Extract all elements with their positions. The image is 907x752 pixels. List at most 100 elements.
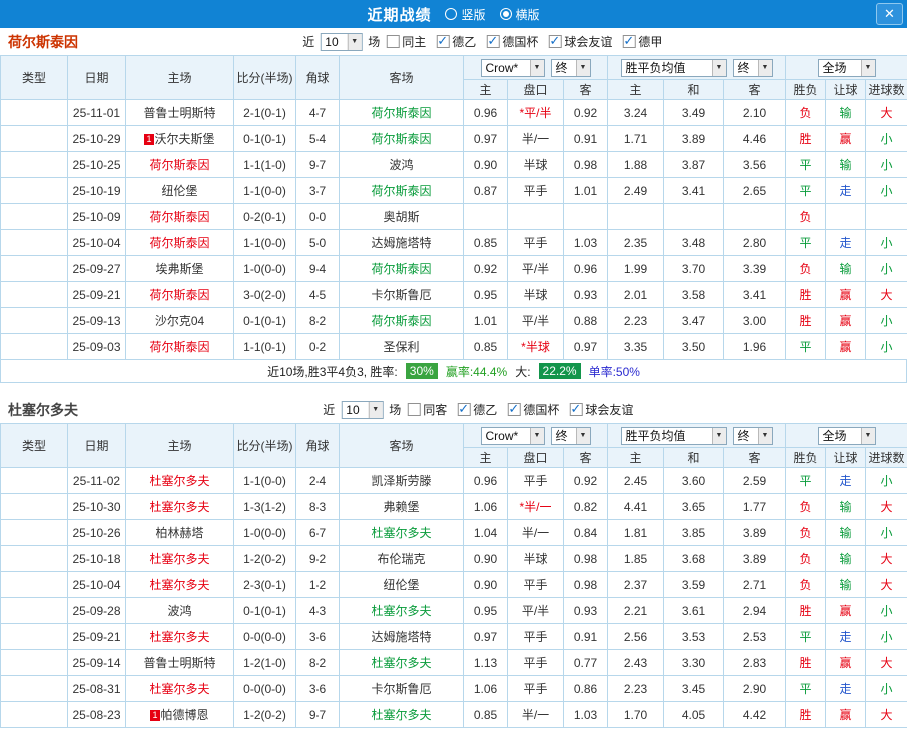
- filter-checkbox[interactable]: 德乙: [457, 401, 497, 418]
- handicap-line: 平手: [507, 177, 564, 204]
- filter-checkbox[interactable]: 球会友谊: [569, 401, 633, 418]
- home-odds: 0.90: [463, 151, 508, 178]
- scope-select[interactable]: 全场 ▼: [817, 58, 876, 77]
- handicap-line: 平手: [507, 229, 564, 256]
- col-avg-draw: 和: [663, 447, 724, 468]
- corners: 9-7: [295, 701, 340, 728]
- match-count-select[interactable]: 10 ▼: [320, 32, 363, 51]
- goals-result: 小: [864, 255, 907, 282]
- away-team: 波鸿: [339, 151, 464, 178]
- holstein-results-table: 类型 日期 主场 比分(半场) 角球 客场 Crow* ▼ 终 ▼ 胜平负均值 …: [0, 55, 907, 360]
- result: 胜: [785, 281, 826, 308]
- avg-stage-select[interactable]: 终 ▼: [732, 58, 773, 77]
- away-odds: 0.82: [563, 493, 608, 520]
- summary-bar: 近10场,胜3平4负3, 胜率: 30% 赢率:44.4% 大: 22.2% 单…: [0, 360, 907, 383]
- avg-away-odds: 2.53: [723, 623, 786, 650]
- titlebar: 近期战绩 竖版 横版 ✕: [0, 0, 907, 28]
- avg-stage-select[interactable]: 终 ▼: [732, 426, 773, 445]
- bookmaker-select[interactable]: Crow* ▼: [480, 426, 545, 445]
- avg-home-odds: 2.23: [607, 675, 664, 702]
- filter-checkbox[interactable]: 德乙: [436, 33, 476, 50]
- checkbox-label: 同主: [402, 35, 427, 49]
- avg-odds-select[interactable]: 胜平负均值 ▼: [620, 58, 727, 77]
- match-count-select[interactable]: 10 ▼: [341, 400, 384, 419]
- home-odds: 0.95: [463, 281, 508, 308]
- match-date: 25-10-25: [67, 151, 126, 178]
- goals-result: 大: [864, 99, 907, 126]
- recent-results-window: 近期战绩 竖版 横版 ✕ 荷尔斯泰因 近 10 ▼ 场 同主德乙德国杯球会友谊德…: [0, 0, 907, 752]
- match-row: 德乙 25-09-13 沙尔克04 0-1(0-1) 8-2 荷尔斯泰因 1.01 平/半 0.…: [0, 307, 907, 334]
- result: 平: [785, 675, 826, 702]
- away-team: 凯泽斯劳滕: [339, 467, 464, 494]
- avg-home-odds: 2.21: [607, 597, 664, 624]
- avg-home-odds: 2.37: [607, 571, 664, 598]
- checkbox-label: 德国杯: [502, 35, 539, 49]
- away-odds: [563, 203, 608, 230]
- handicap-line: 半/一: [507, 701, 564, 728]
- avg-home-odds: 1.85: [607, 545, 664, 572]
- handicap-result: 输: [825, 99, 866, 126]
- away-odds: 1.01: [563, 177, 608, 204]
- away-odds: 0.77: [563, 649, 608, 676]
- handicap-line: 平手: [507, 571, 564, 598]
- handicap-line: 平手: [507, 623, 564, 650]
- home-team: 荷尔斯泰因: [125, 281, 234, 308]
- home-odds: 0.85: [463, 333, 508, 360]
- match-type: 德乙: [0, 255, 68, 282]
- filter-checkbox[interactable]: 德国杯: [486, 33, 538, 50]
- odds-stage-select[interactable]: 终 ▼: [550, 426, 591, 445]
- match-date: 25-09-03: [67, 333, 126, 360]
- scope-select[interactable]: 全场 ▼: [817, 426, 876, 445]
- away-team: 达姆施塔特: [339, 229, 464, 256]
- filter-checkbox[interactable]: 球会友谊: [548, 33, 612, 50]
- odds-stage-select[interactable]: 终 ▼: [550, 58, 591, 77]
- col-score: 比分(半场): [233, 423, 296, 468]
- match-type: 德乙: [0, 229, 68, 256]
- away-odds: 0.86: [563, 675, 608, 702]
- filter-checkbox[interactable]: 同主: [386, 33, 426, 50]
- home-team: 普鲁士明斯特: [125, 99, 234, 126]
- match-date: 25-09-28: [67, 597, 126, 624]
- match-date: 25-09-13: [67, 307, 126, 334]
- radio-icon: [499, 8, 512, 20]
- close-button[interactable]: ✕: [876, 3, 903, 25]
- scope-select-value: 全场: [822, 61, 847, 75]
- checkbox-checked-icon: [507, 401, 521, 417]
- team-name: 杜塞尔多夫: [8, 401, 78, 418]
- col-date: 日期: [67, 423, 126, 468]
- avg-draw-odds: 3.50: [663, 333, 724, 360]
- away-odds: 0.93: [563, 281, 608, 308]
- match-date: 25-11-02: [67, 467, 126, 494]
- avg-draw-odds: 3.49: [663, 99, 724, 126]
- filter-checkbox[interactable]: 同客: [407, 401, 447, 418]
- home-team: 普鲁士明斯特: [125, 649, 234, 676]
- avg-home-odds: 1.81: [607, 519, 664, 546]
- filter-checkbox[interactable]: 德国杯: [507, 401, 559, 418]
- match-type: 德乙: [0, 99, 68, 126]
- avg-odds-select[interactable]: 胜平负均值 ▼: [620, 426, 727, 445]
- filter-checkbox[interactable]: 德甲: [622, 33, 662, 50]
- handicap-result: 走: [825, 467, 866, 494]
- big-rate-badge: 22.2%: [538, 363, 581, 379]
- corners: 3-7: [295, 177, 340, 204]
- home-odds: 1.01: [463, 307, 508, 334]
- handicap-line: 平手: [507, 467, 564, 494]
- odds-stage-value: 终: [555, 429, 568, 443]
- bookmaker-select[interactable]: Crow* ▼: [480, 58, 545, 77]
- checkbox-checked-icon: [569, 401, 583, 417]
- vertical-layout-radio[interactable]: 竖版: [445, 6, 486, 23]
- home-odds: 0.96: [463, 467, 508, 494]
- horizontal-layout-radio[interactable]: 横版: [499, 6, 540, 23]
- away-team: 圣保利: [339, 333, 464, 360]
- handicap-result: 输: [825, 545, 866, 572]
- avg-draw-odds: 3.58: [663, 281, 724, 308]
- avg-draw-odds: 4.05: [663, 701, 724, 728]
- avg-home-odds: 1.71: [607, 125, 664, 152]
- odds-stage-value: 终: [555, 61, 568, 75]
- goals-result: 大: [864, 493, 907, 520]
- handicap-result: 输: [825, 151, 866, 178]
- home-team: 埃弗斯堡: [125, 255, 234, 282]
- chevron-down-icon: ▼: [529, 427, 544, 444]
- checkbox-checked-icon: [457, 401, 471, 417]
- avg-odds-value: 胜平负均值: [625, 429, 686, 443]
